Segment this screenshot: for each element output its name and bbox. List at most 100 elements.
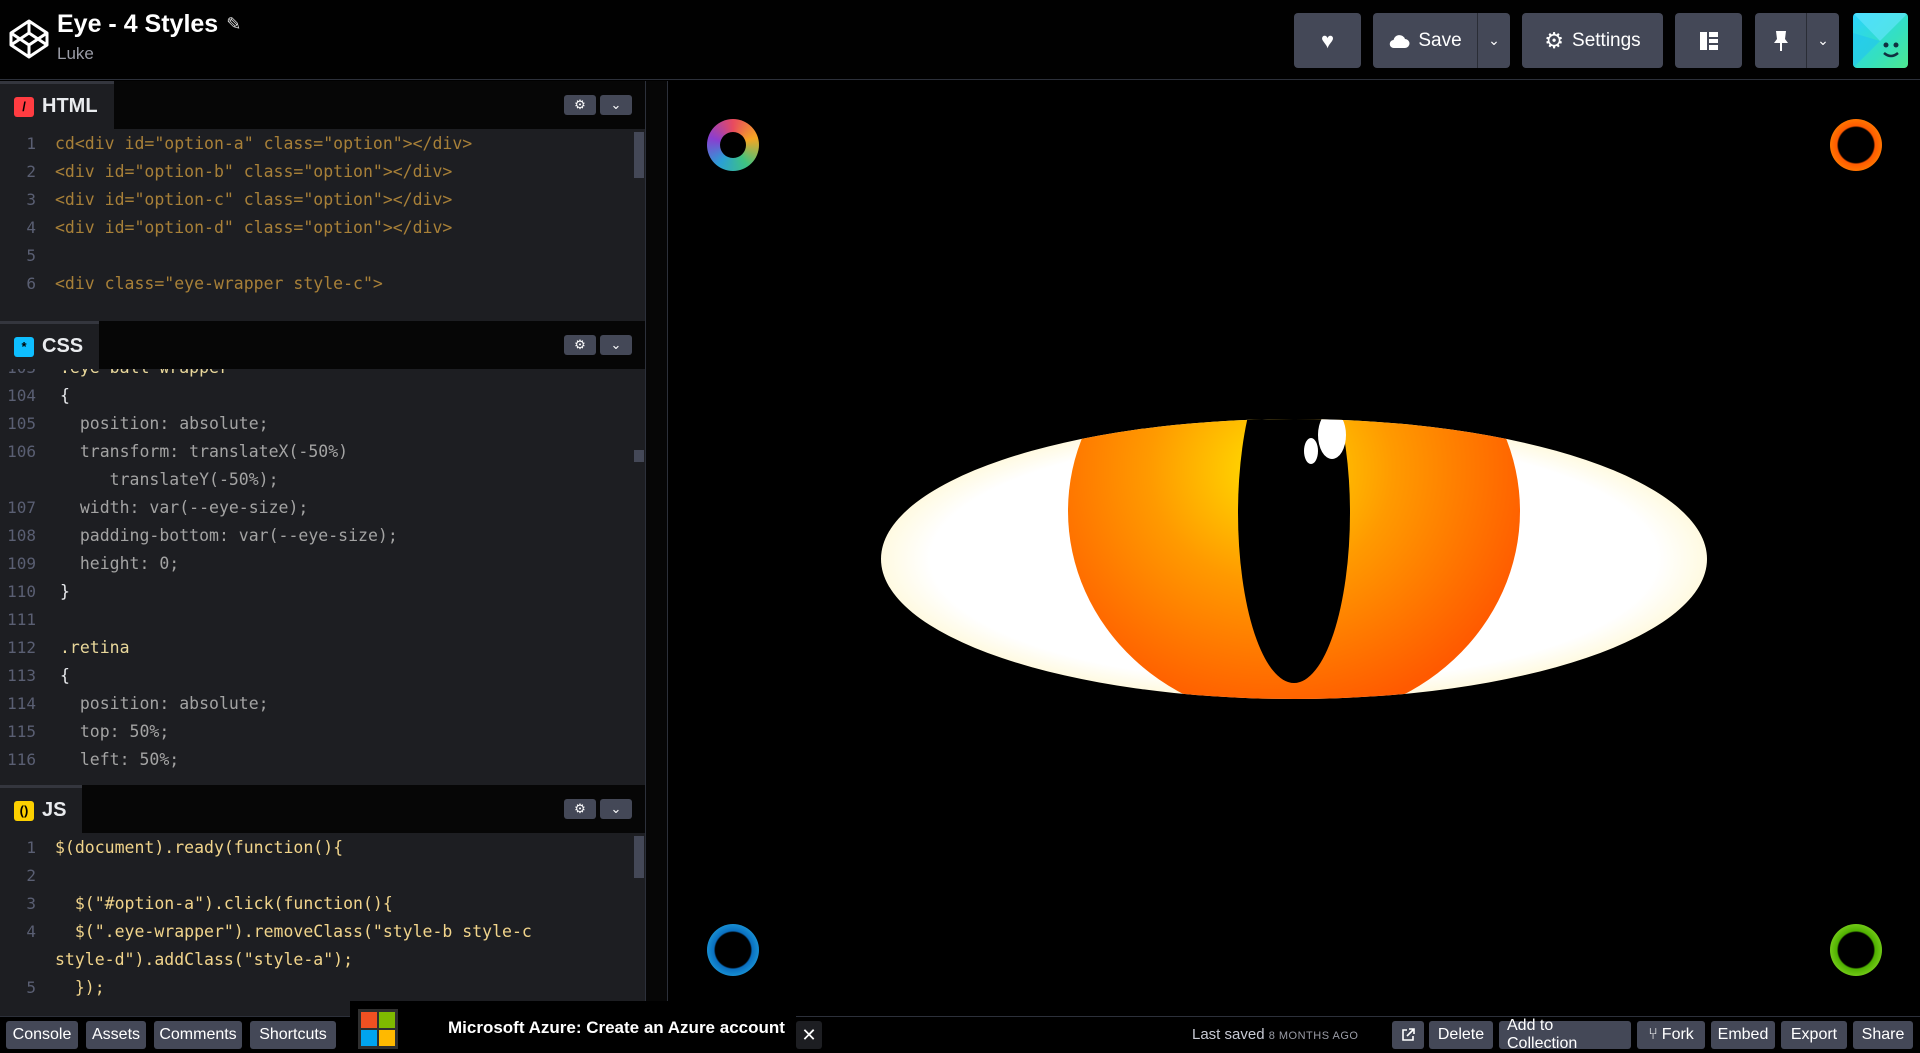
code-line[interactable]: 6 <div class="eye-wrapper style-c"> [0,270,620,298]
code-text: translateY(-50%); [60,470,279,489]
code-text: $("#option-a").click(function(){ [55,894,393,913]
shortcuts-button[interactable]: Shortcuts [250,1021,336,1049]
code-line[interactable]: 116 left: 50%; [0,746,620,774]
eye-glint-large [1318,419,1346,459]
html-settings-button[interactable]: ⚙ [564,95,596,115]
tab-css[interactable]: * CSS [0,321,100,369]
code-line[interactable]: 103 .eye-ball-wrapper [0,369,620,382]
js-settings-button[interactable]: ⚙ [564,799,596,819]
add-to-collection-button[interactable]: Add to Collection [1499,1017,1631,1052]
close-ad-button[interactable]: ✕ [796,1021,822,1049]
css-pane-label: CSS [42,335,84,357]
chevron-down-icon: ⌄ [610,337,622,352]
option-b-button[interactable] [1830,119,1882,171]
code-line[interactable]: translateY(-50%); [0,466,620,494]
settings-button[interactable]: ⚙ Settings [1522,13,1663,68]
ad-banner[interactable]: Microsoft Azure: Create an Azure account [350,1001,796,1053]
code-line[interactable]: 112 .retina [0,634,620,662]
code-line[interactable]: 109 height: 0; [0,550,620,578]
js-collapse-button[interactable]: ⌄ [600,799,632,819]
code-text: cd<div id="option-a" class="option"></di… [55,134,473,153]
change-view-button[interactable] [1675,13,1742,68]
css-collapse-button[interactable]: ⌄ [600,335,632,355]
chevron-down-icon: ⌄ [1488,32,1500,48]
tab-html[interactable]: / HTML [0,81,114,129]
js-braces-icon: () [14,800,34,821]
save-options-button[interactable]: ⌄ [1478,13,1510,68]
css-code-editor[interactable]: 103 .eye-ball-wrapper 104 {105 position: ab… [0,369,645,785]
edit-pencil-icon[interactable]: ✎ [226,14,241,35]
css-settings-button[interactable]: ⚙ [564,335,596,355]
js-scrollbar[interactable] [634,836,644,878]
fork-button[interactable]: ⑂ Fork [1637,1021,1705,1049]
code-line[interactable]: 5 }); [0,974,620,1002]
open-external-button[interactable] [1392,1021,1424,1049]
code-line[interactable]: 3 <div id="option-c" class="option"></div… [0,186,620,214]
code-line[interactable]: 114 position: absolute; [0,690,620,718]
line-number: 113 [7,666,36,685]
pin-options-button[interactable]: ⌄ [1807,13,1839,68]
line-number: 6 [26,274,36,293]
cloud-icon [1390,34,1410,48]
share-button[interactable]: Share [1853,1021,1913,1049]
code-line[interactable]: 4 <div id="option-d" class="option"></div… [0,214,620,242]
user-avatar[interactable] [1853,13,1908,68]
author-name[interactable]: Luke [57,44,94,64]
html-pane-header: / HTML ⚙ ⌄ [0,81,645,129]
code-line[interactable]: 5 [0,242,620,270]
close-icon: ✕ [801,1024,817,1045]
code-text: transform: translateX(-50%) [60,442,349,461]
option-c-button[interactable] [707,924,759,976]
code-text: left: 50%; [60,750,180,769]
code-line[interactable]: 1 $(document).ready(function(){ [0,834,620,862]
option-d-button[interactable] [1830,924,1882,976]
like-button[interactable]: ♥ [1294,13,1361,68]
html-collapse-button[interactable]: ⌄ [600,95,632,115]
html-code-editor[interactable]: 1 cd<div id="option-a" class="option"></d… [0,129,645,321]
console-button[interactable]: Console [6,1021,78,1049]
html-scrollbar[interactable] [634,132,644,178]
code-line[interactable]: 110} [0,578,620,606]
save-button[interactable]: Save [1373,13,1477,68]
export-button[interactable]: Export [1781,1021,1847,1049]
pen-title[interactable]: Eye - 4 Styles ✎ [57,10,241,39]
code-text: { [60,666,70,685]
code-line[interactable]: style-d").addClass("style-a"); [0,946,620,974]
embed-button[interactable]: Embed [1711,1021,1775,1049]
last-saved-time: 8 MONTHS AGO [1268,1030,1359,1042]
gear-icon: ⚙ [574,97,586,112]
eye-pupil [1238,419,1350,683]
code-line[interactable]: 3 $("#option-a").click(function(){ [0,890,620,918]
code-line[interactable]: 115 top: 50%; [0,718,620,746]
code-line[interactable]: 104 { [0,382,620,410]
line-number: 108 [7,526,36,545]
comments-button[interactable]: Comments [154,1021,242,1049]
code-line[interactable]: 4 $(".eye-wrapper").removeClass("style-b… [0,918,620,946]
tab-js[interactable]: () JS [0,785,83,833]
code-text: }); [55,978,105,997]
last-saved-status: Last saved 8 MONTHS AGO [1192,1026,1358,1043]
code-line[interactable]: 106 transform: translateX(-50%) [0,438,620,466]
js-code-editor[interactable]: 1 $(document).ready(function(){2 3 $("#opt… [0,833,645,1016]
option-a-button[interactable] [707,119,759,171]
code-line[interactable]: 2 <div id="option-b" class="option"></div… [0,158,620,186]
code-text: <div class="eye-wrapper style-c"> [55,274,383,293]
settings-label: Settings [1572,29,1641,51]
pin-button[interactable] [1755,13,1806,68]
code-line[interactable]: 1 cd<div id="option-a" class="option"></d… [0,130,620,158]
code-text: width: var(--eye-size); [60,498,309,517]
css-scrollbar[interactable] [634,450,644,462]
delete-button[interactable]: Delete [1429,1021,1493,1049]
code-line[interactable]: 105 position: absolute; [0,410,620,438]
code-line[interactable]: 111 [0,606,620,634]
heart-icon: ♥ [1320,27,1335,53]
html-slash-icon: / [14,96,34,117]
editor-resize-handle[interactable] [645,81,668,1016]
code-line[interactable]: 107 width: var(--eye-size); [0,494,620,522]
codepen-logo-icon[interactable] [8,18,50,60]
assets-button[interactable]: Assets [86,1021,146,1049]
external-link-icon [1402,1028,1415,1041]
code-line[interactable]: 113 { [0,662,620,690]
code-line[interactable]: 108 padding-bottom: var(--eye-size); [0,522,620,550]
code-line[interactable]: 2 [0,862,620,890]
